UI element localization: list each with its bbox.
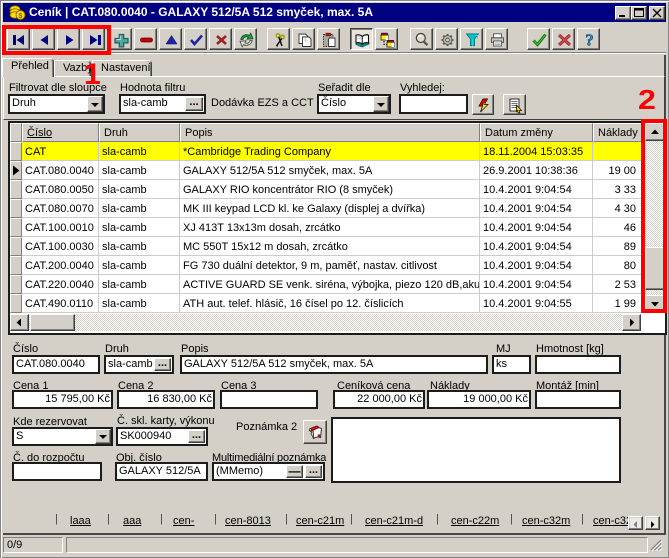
svg-text:$: $ <box>19 13 23 20</box>
svg-text:?: ? <box>585 31 594 49</box>
